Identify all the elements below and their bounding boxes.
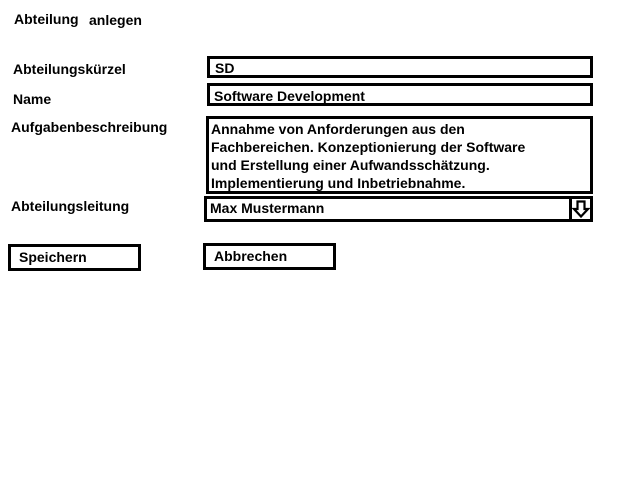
save-button[interactable]: Speichern [8,244,141,271]
kuerzel-label: Abteilungskürzel [13,61,126,77]
save-button-label: Speichern [19,249,87,265]
leitung-label: Abteilungsleitung [11,198,130,214]
arrow-down-outline-icon [572,200,590,219]
cancel-button-label: Abbrechen [214,248,288,264]
name-field[interactable]: Software Development [207,83,593,106]
leitung-value: Max Mustermann [210,200,325,216]
page-title-word-1: Abteilung [14,11,79,27]
page-title-word-2: anlegen [89,12,142,28]
dropdown-toggle[interactable] [569,199,590,221]
name-value: Software Development [214,88,365,104]
beschreibung-label: Aufgabenbeschreibung [11,119,168,135]
leitung-select[interactable]: Max Mustermann [204,196,593,222]
beschreibung-value: Annahme von Anforderungen aus den Fachbe… [211,121,526,191]
cancel-button[interactable]: Abbrechen [203,243,336,270]
name-label: Name [13,91,52,107]
beschreibung-textarea[interactable]: Annahme von Anforderungen aus den Fachbe… [206,116,593,194]
kuerzel-value: SD [215,60,235,76]
kuerzel-field[interactable]: SD [207,56,593,78]
